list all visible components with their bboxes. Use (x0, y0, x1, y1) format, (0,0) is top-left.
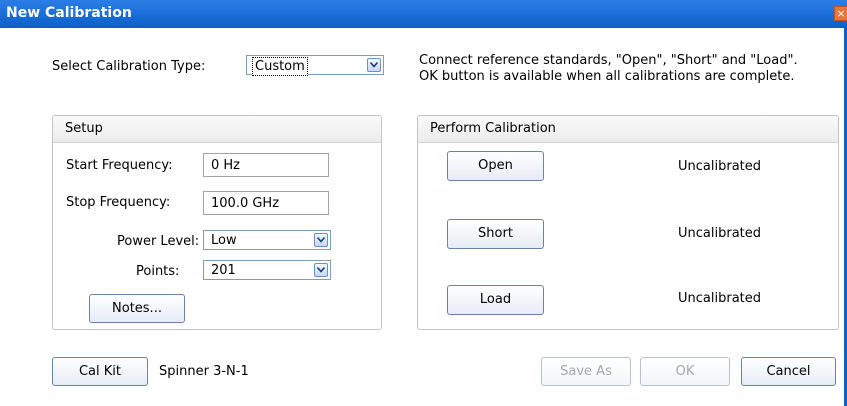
setup-title: Setup (65, 121, 103, 136)
calibration-type-value: Custom (252, 57, 308, 76)
load-button[interactable]: Load (447, 285, 544, 315)
short-button[interactable]: Short (447, 219, 544, 249)
start-frequency-label: Start Frequency: (66, 158, 173, 173)
setup-header: Setup (53, 116, 381, 143)
instruction-line-1: Connect reference standards, "Open", "Sh… (419, 53, 798, 68)
calibration-type-label: Select Calibration Type: (52, 59, 206, 74)
cancel-button[interactable]: Cancel (741, 357, 836, 386)
chevron-down-icon (314, 233, 328, 247)
open-status: Uncalibrated (678, 159, 762, 174)
calibration-type-select[interactable]: Custom (246, 55, 384, 76)
close-button[interactable]: × (834, 6, 847, 21)
notes-button[interactable]: Notes... (89, 294, 185, 323)
load-status: Uncalibrated (678, 291, 762, 306)
chevron-down-icon (314, 263, 328, 277)
points-select[interactable]: 201 (203, 260, 331, 280)
chevron-down-icon (367, 58, 381, 72)
stop-frequency-label: Stop Frequency: (66, 195, 171, 210)
power-level-select[interactable]: Low (203, 230, 331, 250)
save-as-button[interactable]: Save As (541, 357, 631, 386)
ok-button[interactable]: OK (640, 357, 730, 386)
start-frequency-field[interactable]: 0 Hz (203, 153, 329, 177)
cal-kit-button[interactable]: Cal Kit (52, 357, 148, 386)
points-label: Points: (136, 264, 180, 279)
title-bar: New Calibration × (0, 0, 847, 28)
perform-calibration-title: Perform Calibration (430, 121, 556, 136)
window-title: New Calibration (6, 5, 132, 21)
power-level-label: Power Level: (117, 234, 200, 249)
close-icon: × (836, 7, 846, 20)
perform-calibration-header: Perform Calibration (418, 116, 838, 143)
stop-frequency-value: 100.0 GHz (211, 196, 280, 211)
power-level-value: Low (211, 233, 237, 248)
short-status: Uncalibrated (678, 226, 762, 241)
stop-frequency-field[interactable]: 100.0 GHz (203, 191, 329, 215)
start-frequency-value: 0 Hz (211, 158, 241, 173)
cal-kit-value: Spinner 3-N-1 (159, 364, 249, 379)
dialog-body: Select Calibration Type: Custom Connect … (0, 28, 844, 406)
points-value: 201 (211, 263, 236, 278)
open-button[interactable]: Open (447, 151, 544, 181)
instruction-line-2: OK button is available when all calibrat… (419, 69, 795, 84)
